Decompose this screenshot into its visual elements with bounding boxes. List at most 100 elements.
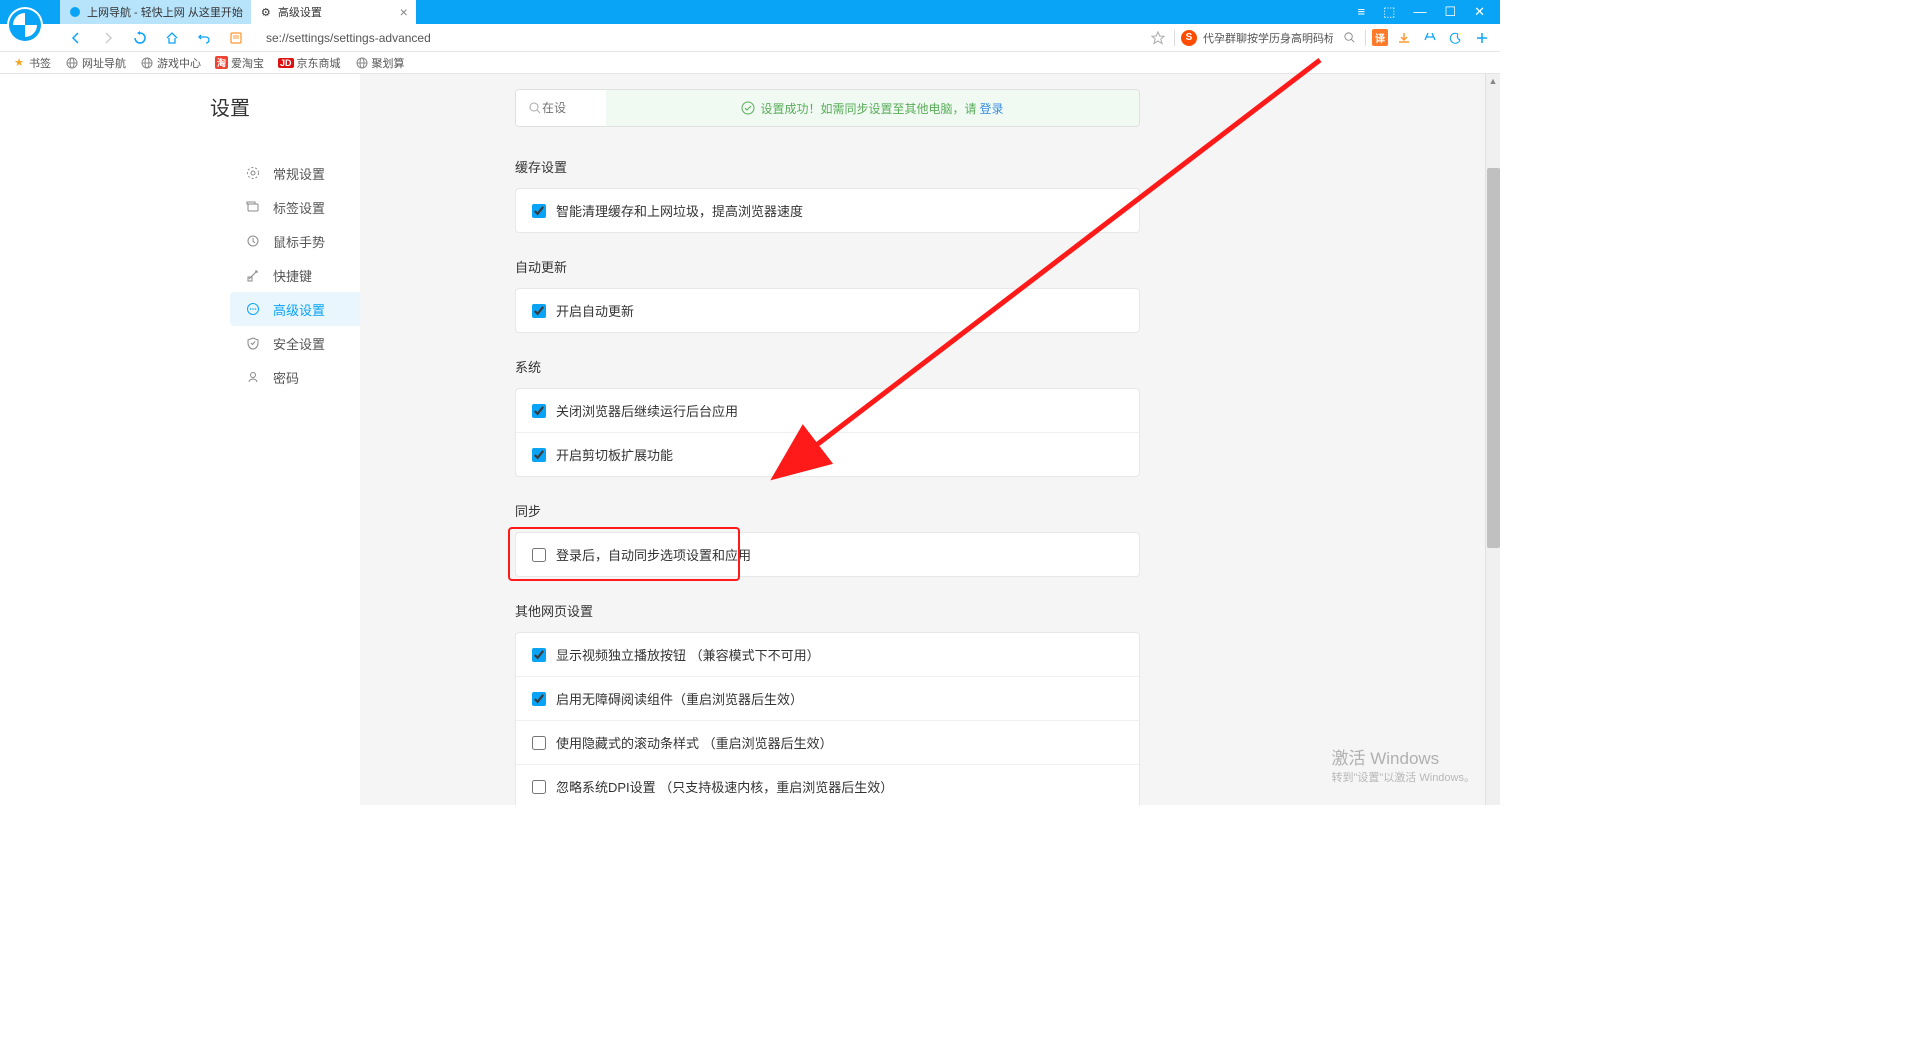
checkbox-ignore-dpi[interactable] — [532, 780, 546, 794]
section-title-update: 自动更新 — [515, 257, 1140, 276]
tab-title: 上网导航 - 轻快上网 从这里开始 — [87, 4, 243, 20]
search-input[interactable] — [542, 101, 582, 115]
ext-text[interactable]: 代孕群聊按学历身高明码标价卵源 — [1203, 30, 1333, 46]
setting-row[interactable]: 关闭浏览器后继续运行后台应用 — [516, 389, 1139, 432]
favorite-icon[interactable] — [1148, 28, 1168, 48]
setting-row[interactable]: 开启自动更新 — [516, 289, 1139, 332]
globe-icon — [140, 56, 154, 70]
setting-label: 忽略系统DPI设置 （只支持极速内核，重启浏览器后生效） — [556, 777, 893, 796]
bookmark-label: 游戏中心 — [157, 55, 201, 71]
sidebar-item-password[interactable]: 密码 — [230, 360, 360, 394]
vertical-scrollbar[interactable]: ▲ — [1485, 74, 1500, 805]
person-icon — [245, 369, 261, 385]
sidebar-item-tabs[interactable]: 标签设置 — [230, 190, 360, 224]
checkbox-auto-update[interactable] — [532, 304, 546, 318]
checkbox-hidden-scrollbar[interactable] — [532, 736, 546, 750]
setting-group-update: 开启自动更新 — [515, 288, 1140, 333]
bookmark-label: 京东商城 — [297, 55, 341, 71]
checkbox-background-apps[interactable] — [532, 404, 546, 418]
gear-icon: ⚙ — [259, 5, 273, 19]
nav-bar: se://settings/settings-advanced S 代孕群聊按学… — [0, 24, 1500, 52]
home-button[interactable] — [160, 26, 184, 50]
scrollbar-thumb[interactable] — [1487, 168, 1500, 548]
forward-button[interactable] — [96, 26, 120, 50]
checkbox-video-button[interactable] — [532, 648, 546, 662]
sidebar-menu: 常规设置 标签设置 鼠标手势 快捷键 — [230, 156, 360, 394]
screenshot-icon[interactable] — [1420, 28, 1440, 48]
setting-row[interactable]: 显示视频独立播放按钮 （兼容模式下不可用） — [516, 633, 1139, 676]
bookmark-label: 爱淘宝 — [231, 55, 264, 71]
setting-group-system: 关闭浏览器后继续运行后台应用 开启剪切板扩展功能 — [515, 388, 1140, 477]
sidebar-item-label: 快捷键 — [273, 266, 312, 285]
tab-icon — [245, 199, 261, 215]
menu-icon[interactable]: ≡ — [1358, 4, 1366, 20]
close-window-icon[interactable]: ✕ — [1474, 4, 1485, 20]
section-title-cache: 缓存设置 — [515, 157, 1140, 176]
minimize-icon[interactable]: — — [1413, 4, 1426, 20]
taobao-icon: 淘 — [215, 56, 228, 69]
login-link[interactable]: 登录 — [980, 100, 1004, 117]
setting-row[interactable]: 开启剪切板扩展功能 — [516, 432, 1139, 476]
browser-logo — [5, 5, 60, 60]
setting-label: 开启自动更新 — [556, 301, 634, 320]
pin-icon[interactable]: ⬚ — [1383, 4, 1395, 20]
section-title-sync: 同步 — [515, 501, 1140, 520]
bookmark-label: 聚划算 — [372, 55, 405, 71]
bookmark-item[interactable]: 淘 爱淘宝 — [215, 55, 264, 71]
sidebar-item-general[interactable]: 常规设置 — [230, 156, 360, 190]
search-icon[interactable] — [1339, 28, 1359, 48]
setting-row[interactable]: 启用无障碍阅读组件（重启浏览器后生效） — [516, 676, 1139, 720]
tab-inactive[interactable]: 上网导航 - 轻快上网 从这里开始 — [60, 0, 251, 24]
sidebar-item-label: 鼠标手势 — [273, 232, 325, 251]
setting-group-cache: 智能清理缓存和上网垃圾，提高浏览器速度 — [515, 188, 1140, 233]
section-title-other: 其他网页设置 — [515, 601, 1140, 620]
sidebar-item-security[interactable]: 安全设置 — [230, 326, 360, 360]
setting-label: 智能清理缓存和上网垃圾，提高浏览器速度 — [556, 201, 803, 220]
tab-active[interactable]: ⚙ 高级设置 × — [251, 0, 416, 24]
sidebar-item-shortcuts[interactable]: 快捷键 — [230, 258, 360, 292]
setting-label: 显示视频独立播放按钮 （兼容模式下不可用） — [556, 645, 820, 664]
gear-icon — [245, 165, 261, 181]
setting-label: 启用无障碍阅读组件（重启浏览器后生效） — [556, 689, 803, 708]
sidebar-item-gestures[interactable]: 鼠标手势 — [230, 224, 360, 258]
nav-right-tools: S 代孕群聊按学历身高明码标价卵源 译 — [1148, 28, 1492, 48]
download-icon[interactable] — [1394, 28, 1414, 48]
night-mode-icon[interactable] — [1446, 28, 1466, 48]
search-icon — [528, 101, 542, 115]
success-text: 设置成功！如需同步设置至其他电脑，请 — [760, 100, 976, 117]
undo-button[interactable] — [192, 26, 216, 50]
sidebar-item-label: 密码 — [273, 368, 299, 387]
search-success-row: 设置成功！如需同步设置至其他电脑，请 登录 — [515, 89, 1140, 127]
sidebar-item-advanced[interactable]: 高级设置 — [230, 292, 360, 326]
shortcut-icon — [245, 267, 261, 283]
setting-row[interactable]: 忽略系统DPI设置 （只支持极速内核，重启浏览器后生效） — [516, 764, 1139, 805]
checkbox-auto-sync[interactable] — [532, 548, 546, 562]
setting-row[interactable]: 智能清理缓存和上网垃圾，提高浏览器速度 — [516, 189, 1139, 232]
bookmark-item[interactable]: 聚划算 — [355, 55, 405, 71]
translate-icon[interactable]: 译 — [1372, 29, 1388, 46]
url-input[interactable]: se://settings/settings-advanced — [260, 28, 1140, 48]
bookmark-item[interactable]: JD 京东商城 — [278, 55, 341, 71]
success-message: 设置成功！如需同步设置至其他电脑，请 登录 — [606, 90, 1139, 126]
bookmarks-bar: ★ 书签 网址导航 游戏中心 淘 爱淘宝 JD 京东商城 聚划算 — [0, 52, 1500, 74]
clock-icon — [245, 233, 261, 249]
tab-title: 高级设置 — [278, 4, 322, 20]
setting-label: 开启剪切板扩展功能 — [556, 445, 673, 464]
sogou-ext-icon[interactable]: S — [1181, 30, 1197, 46]
page-title: 设置 — [210, 92, 250, 121]
setting-label: 使用隐藏式的滚动条样式 （重启浏览器后生效） — [556, 733, 833, 752]
add-icon[interactable] — [1472, 28, 1492, 48]
close-icon[interactable]: × — [400, 4, 408, 20]
setting-row[interactable]: 使用隐藏式的滚动条样式 （重启浏览器后生效） — [516, 720, 1139, 764]
maximize-icon[interactable]: ☐ — [1444, 4, 1456, 20]
reader-button[interactable] — [224, 26, 248, 50]
bookmark-item[interactable]: 游戏中心 — [140, 55, 201, 71]
setting-row[interactable]: 登录后，自动同步选项设置和应用 — [516, 533, 1139, 576]
reload-button[interactable] — [128, 26, 152, 50]
favicon-icon — [68, 5, 82, 19]
bookmark-item[interactable]: 网址导航 — [65, 55, 126, 71]
checkbox-accessibility[interactable] — [532, 692, 546, 706]
back-button[interactable] — [64, 26, 88, 50]
checkbox-cache-clean[interactable] — [532, 204, 546, 218]
checkbox-clipboard-ext[interactable] — [532, 448, 546, 462]
